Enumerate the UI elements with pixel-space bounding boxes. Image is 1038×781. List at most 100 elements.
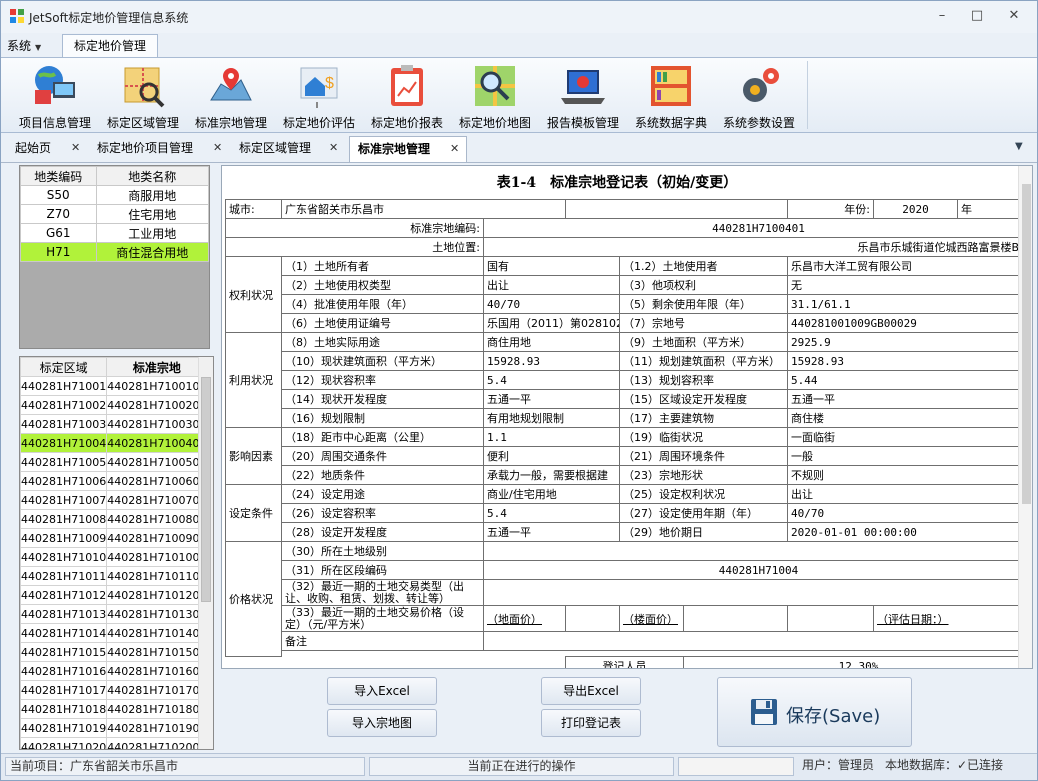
column-header[interactable]: 地类名称 xyxy=(95,166,209,186)
tab-region-management[interactable]: 标定区域管理 ✕ xyxy=(231,136,343,162)
location-value[interactable]: 乐昌市乐城街道佗城西路富景楼B幢 xyxy=(482,237,1032,257)
parcel-row[interactable]: 440281H71010 440281H7101001 xyxy=(20,547,208,567)
field-value[interactable]: 一般 xyxy=(787,446,1032,466)
field-value[interactable]: 40/70 xyxy=(483,294,620,314)
parcel-row[interactable]: 440281H71004 440281H7100401 xyxy=(20,433,208,453)
field-value[interactable]: 无 xyxy=(787,275,1032,295)
parcel-row[interactable]: 440281H71020 440281H7102001 xyxy=(20,737,208,749)
save-button[interactable]: 保存(Save) xyxy=(717,677,912,747)
field-value[interactable]: 2925.9 xyxy=(787,332,1032,352)
parcel-row[interactable]: 440281H71016 440281H7101601 xyxy=(20,661,208,681)
parcel-row[interactable]: 440281H71002 440281H7100201 xyxy=(20,395,208,415)
parcel-row[interactable]: 440281H71006 440281H7100601 xyxy=(20,471,208,491)
parcel-row[interactable]: 440281H71005 440281H7100501 xyxy=(20,452,208,472)
column-header[interactable]: 地类编码 xyxy=(20,166,97,186)
field-value[interactable]: 15928.93 xyxy=(483,351,620,371)
parcel-row[interactable]: 440281H71014 440281H7101401 xyxy=(20,623,208,643)
land-type-row[interactable]: Z70 住宅用地 xyxy=(20,204,209,224)
field-value[interactable]: 2020-01-01 00:00:00 xyxy=(787,522,1032,542)
ribbon-price-map[interactable]: 标定地价地图 xyxy=(453,58,537,134)
close-icon[interactable]: ✕ xyxy=(71,136,80,160)
field-value[interactable]: 5.44 xyxy=(787,370,1032,390)
code-value[interactable]: 440281H7100401 xyxy=(482,218,1032,238)
field-value[interactable]: 有用地规划限制 xyxy=(483,408,620,428)
field-value[interactable]: 1.1 xyxy=(483,427,620,447)
tab-start-page[interactable]: 起始页 ✕ xyxy=(7,136,85,162)
parcel-row[interactable]: 440281H71008 440281H7100801 xyxy=(20,509,208,529)
field-value[interactable]: 5.4 xyxy=(483,370,620,390)
field-value[interactable]: 31.1/61.1 xyxy=(787,294,1032,314)
land-type-row[interactable]: G61 工业用地 xyxy=(20,223,209,243)
minimize-button[interactable]: – xyxy=(926,5,958,27)
parcel-row[interactable]: 440281H71009 440281H7100901 xyxy=(20,528,208,548)
field-value[interactable]: 出让 xyxy=(483,275,620,295)
scrollbar[interactable] xyxy=(198,357,213,749)
ribbon-project-info[interactable]: 项目信息管理 xyxy=(13,58,97,134)
close-icon[interactable]: ✕ xyxy=(450,137,459,161)
parcel-row[interactable]: 440281H71018 440281H7101801 xyxy=(20,699,208,719)
remark-value[interactable] xyxy=(482,631,1032,651)
field-value[interactable] xyxy=(482,541,1032,561)
ribbon-tab-price-management[interactable]: 标定地价管理 xyxy=(62,34,158,58)
floor-price-value[interactable] xyxy=(682,605,789,632)
import-parcel-map-button[interactable]: 导入宗地图 xyxy=(327,709,437,737)
close-icon[interactable]: ✕ xyxy=(213,136,222,160)
scroll-thumb[interactable] xyxy=(201,377,211,602)
parcel-row[interactable]: 440281H71019 440281H7101901 xyxy=(20,718,208,738)
field-value[interactable]: 出让 xyxy=(787,484,1032,504)
year-value[interactable]: 2020 xyxy=(873,199,959,219)
import-excel-button[interactable]: 导入Excel xyxy=(327,677,437,705)
field-value[interactable]: 商业/住宅用地 xyxy=(483,484,620,504)
field-value[interactable]: 440281H71004 xyxy=(482,560,1032,580)
field-value[interactable]: 商住用地 xyxy=(483,332,620,352)
ribbon-report-template[interactable]: 报告模板管理 xyxy=(541,58,625,134)
parcel-row[interactable]: 440281H71003 440281H7100301 xyxy=(20,414,208,434)
parcel-row[interactable]: 440281H71007 440281H7100701 xyxy=(20,490,208,510)
ribbon-price-report[interactable]: 标定地价报表 xyxy=(365,58,449,134)
column-header[interactable]: 标定区域 xyxy=(20,357,108,377)
land-type-row[interactable]: H71 商住混合用地 xyxy=(20,242,209,262)
scrollbar[interactable] xyxy=(1018,166,1032,668)
recorder-value[interactable]: 12.30% xyxy=(682,656,1032,668)
close-window-button[interactable]: ✕ xyxy=(998,5,1030,27)
field-value[interactable]: 40/70 xyxy=(787,503,1032,523)
tab-price-project[interactable]: 标定地价项目管理 ✕ xyxy=(89,136,227,162)
parcel-row[interactable]: 440281H71012 440281H7101201 xyxy=(20,585,208,605)
maximize-button[interactable]: □ xyxy=(961,5,993,27)
close-icon[interactable]: ✕ xyxy=(329,136,338,160)
field-value[interactable]: 不规则 xyxy=(787,465,1032,485)
parcel-row[interactable]: 440281H71001 440281H7100101 xyxy=(20,376,208,396)
land-type-row[interactable]: S50 商服用地 xyxy=(20,185,209,205)
ribbon-region-management[interactable]: 标定区域管理 xyxy=(101,58,185,134)
field-value[interactable]: 15928.93 xyxy=(787,351,1032,371)
field-value[interactable]: 五通一平 xyxy=(483,522,620,542)
parcel-row[interactable]: 440281H71015 440281H7101501 xyxy=(20,642,208,662)
city-value[interactable]: 广东省韶关市乐昌市 xyxy=(281,199,566,219)
ribbon-parcel-management[interactable]: 标准宗地管理 xyxy=(189,58,273,134)
field-value[interactable]: 国有 xyxy=(483,256,620,276)
parcel-row[interactable]: 440281H71013 440281H7101301 xyxy=(20,604,208,624)
field-value[interactable] xyxy=(482,579,1032,606)
field-value[interactable]: 五通一平 xyxy=(483,389,620,409)
column-header[interactable]: 标准宗地 xyxy=(106,357,208,377)
field-value[interactable]: 一面临街 xyxy=(787,427,1032,447)
field-value[interactable]: 乐昌市大洋工贸有限公司 xyxy=(787,256,1032,276)
ground-price-value[interactable] xyxy=(565,605,620,632)
ribbon-system-settings[interactable]: 系统参数设置 xyxy=(717,58,801,134)
parcel-row[interactable]: 440281H71011 440281H7101101 xyxy=(20,566,208,586)
export-excel-button[interactable]: 导出Excel xyxy=(541,677,641,705)
field-value[interactable]: 乐国用（2011）第028102 xyxy=(483,313,620,333)
print-form-button[interactable]: 打印登记表 xyxy=(541,709,641,737)
field-value[interactable]: 承载力一般，需要根据建 xyxy=(483,465,620,485)
field-value[interactable]: 5.4 xyxy=(483,503,620,523)
field-value[interactable]: 商住楼 xyxy=(787,408,1032,428)
tab-list-dropdown-icon[interactable]: ▼ xyxy=(1015,141,1023,152)
menu-system[interactable]: 系统 ▼ xyxy=(7,37,41,54)
field-value[interactable]: 五通一平 xyxy=(787,389,1032,409)
tab-parcel-management[interactable]: 标准宗地管理 ✕ xyxy=(349,136,467,162)
parcel-row[interactable]: 440281H71017 440281H7101701 xyxy=(20,680,208,700)
field-value[interactable]: 便利 xyxy=(483,446,620,466)
scroll-thumb[interactable] xyxy=(1022,184,1031,504)
ribbon-price-evaluation[interactable]: $ 标定地价评估 xyxy=(277,58,361,134)
ribbon-data-dictionary[interactable]: 系统数据字典 xyxy=(629,58,713,134)
